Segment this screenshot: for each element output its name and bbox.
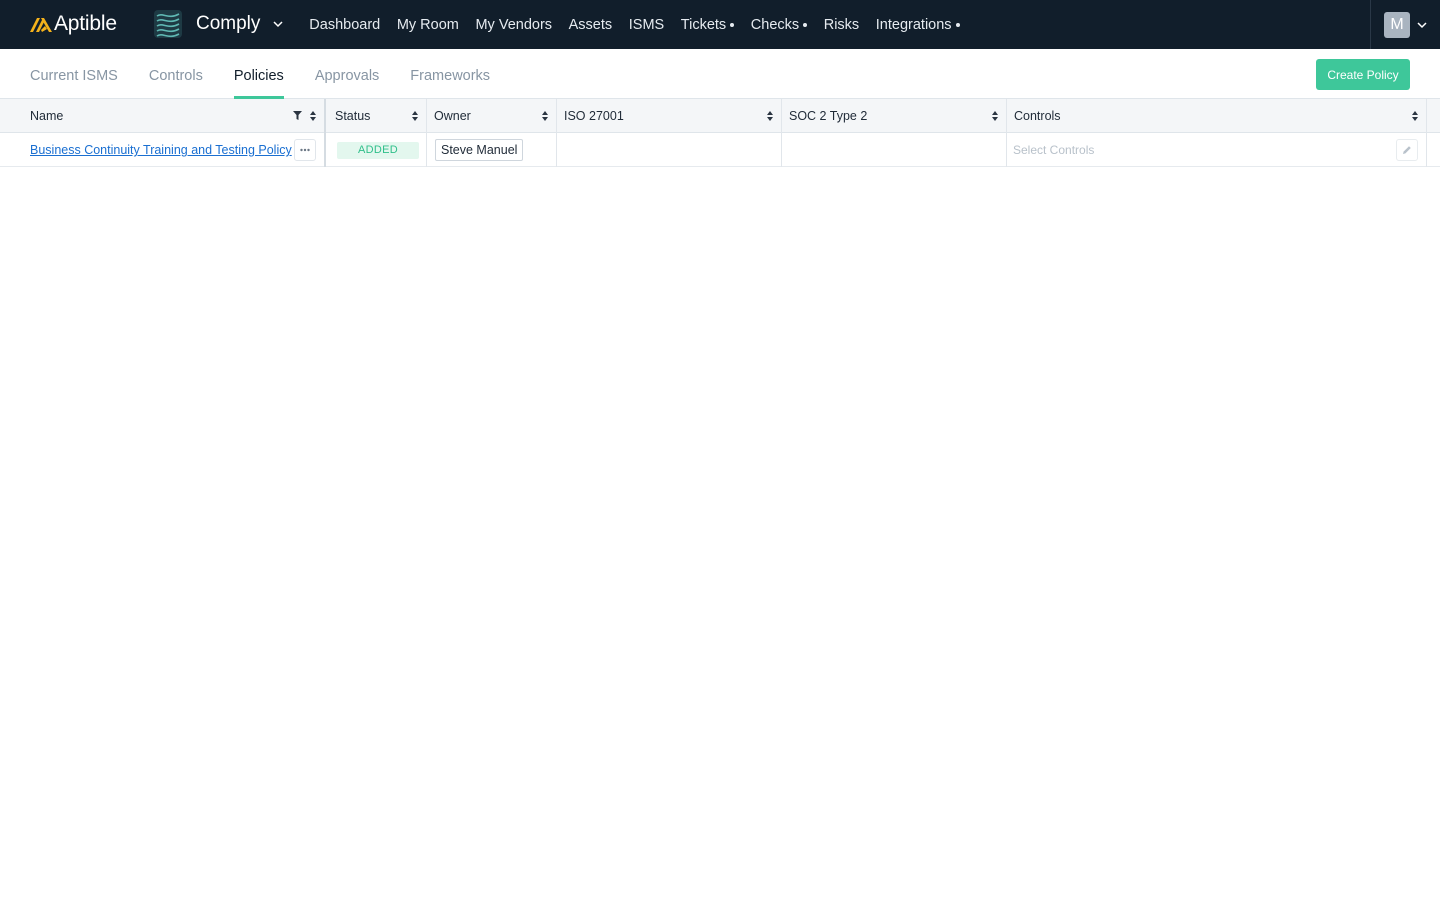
cell-soc2-type2[interactable]: [782, 133, 1007, 167]
nav-item-tickets[interactable]: Tickets: [673, 17, 743, 33]
nav-item-isms[interactable]: ISMS: [620, 17, 672, 33]
tab-controls[interactable]: Controls: [149, 49, 203, 99]
sort-icon[interactable]: [1412, 111, 1418, 121]
nav-item-integrations[interactable]: Integrations: [867, 17, 967, 33]
avatar: M: [1384, 11, 1410, 38]
sort-icon[interactable]: [767, 111, 773, 121]
pencil-icon: [1403, 146, 1411, 154]
column-header-name[interactable]: Name: [0, 99, 326, 133]
column-header-soc2-type2[interactable]: SOC 2 Type 2: [782, 99, 1007, 133]
policies-table: Name Status Owner ISO 27001 SOC 2 Type 2…: [0, 99, 1440, 167]
nav-item-assets[interactable]: Assets: [560, 17, 620, 33]
aptible-logo-icon: [30, 18, 52, 32]
product-name: Comply: [196, 13, 261, 34]
tab-policies[interactable]: Policies: [233, 49, 284, 99]
more-dots-icon: [300, 148, 310, 152]
cell-owner: Steve Manuel: [427, 133, 557, 167]
nav-item-checks[interactable]: Checks: [742, 17, 815, 33]
notification-dot-icon: [730, 22, 735, 27]
sort-icon[interactable]: [412, 111, 418, 121]
notification-dot-icon: [803, 22, 808, 27]
aptible-logo[interactable]: Aptible: [30, 12, 117, 36]
nav-item-dashboard[interactable]: Dashboard: [301, 17, 389, 33]
filter-icon[interactable]: [293, 111, 302, 120]
tab-approvals[interactable]: Approvals: [315, 49, 379, 99]
status-badge: ADDED: [337, 141, 419, 159]
cell-controls: Select Controls: [1007, 133, 1427, 167]
top-navigation-bar: Aptible Comply Dashboard My Room My Vend…: [0, 0, 1440, 49]
policy-name-link[interactable]: Business Continuity Training and Testing…: [30, 143, 292, 157]
edit-controls-button[interactable]: [1396, 139, 1418, 161]
comply-logo-icon: [154, 10, 182, 38]
tab-list: Current ISMS Controls Policies Approvals…: [30, 49, 521, 99]
table-row: Business Continuity Training and Testing…: [0, 133, 1440, 167]
tab-current-isms[interactable]: Current ISMS: [30, 49, 118, 99]
user-menu[interactable]: M: [1370, 0, 1440, 49]
brand-name: Aptible: [54, 12, 117, 35]
main-nav: Dashboard My Room My Vendors Assets ISMS…: [301, 0, 968, 49]
nav-item-risks[interactable]: Risks: [815, 17, 867, 33]
sort-icon[interactable]: [992, 111, 998, 121]
cell-name: Business Continuity Training and Testing…: [0, 133, 326, 167]
column-header-status[interactable]: Status: [328, 99, 427, 133]
row-actions-button[interactable]: [294, 139, 316, 161]
sort-icon[interactable]: [542, 111, 548, 121]
product-switcher[interactable]: Comply: [154, 10, 284, 38]
tab-frameworks[interactable]: Frameworks: [410, 49, 490, 99]
column-header-controls[interactable]: Controls: [1007, 99, 1427, 133]
cell-iso-27001[interactable]: [557, 133, 782, 167]
create-policy-button[interactable]: Create Policy: [1316, 59, 1410, 90]
chevron-down-icon: [273, 21, 283, 28]
nav-item-my-vendors[interactable]: My Vendors: [467, 17, 560, 33]
notification-dot-icon: [955, 22, 960, 27]
select-controls-input[interactable]: Select Controls: [1013, 143, 1094, 157]
owner-select[interactable]: Steve Manuel: [435, 139, 524, 161]
table-header: Name Status Owner ISO 27001 SOC 2 Type 2…: [0, 99, 1440, 133]
column-header-owner[interactable]: Owner: [427, 99, 557, 133]
chevron-down-icon: [1417, 21, 1427, 28]
column-header-iso-27001[interactable]: ISO 27001: [557, 99, 782, 133]
nav-item-my-room[interactable]: My Room: [389, 17, 468, 33]
sub-navigation: Current ISMS Controls Policies Approvals…: [0, 49, 1440, 99]
sort-icon[interactable]: [310, 111, 316, 121]
cell-status: ADDED: [328, 133, 427, 167]
